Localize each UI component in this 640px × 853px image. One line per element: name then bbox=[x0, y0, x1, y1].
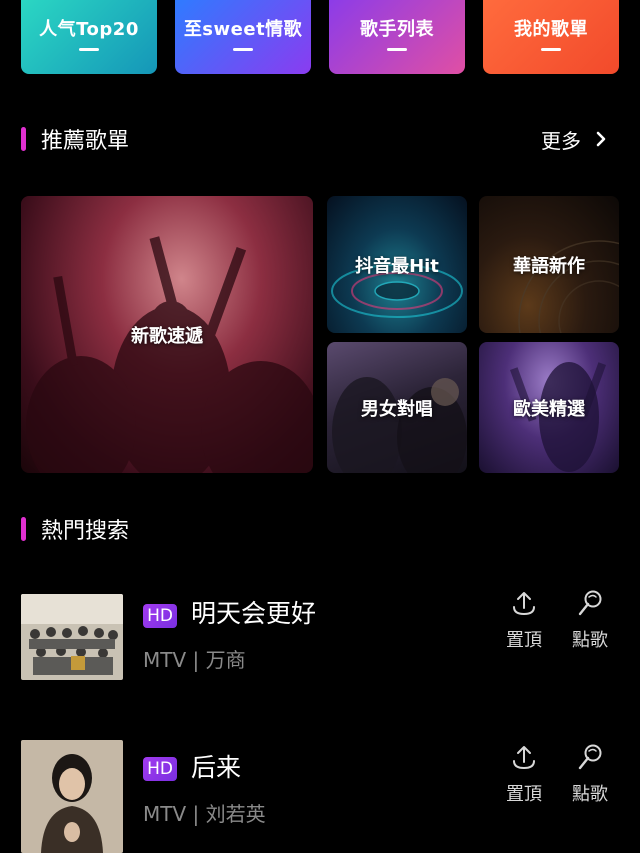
chevron-right-icon bbox=[596, 131, 606, 147]
tab-my-playlist[interactable]: 我的歌單 bbox=[483, 0, 619, 74]
song-subtitle: MTV | 万商 bbox=[143, 648, 246, 672]
section-accent-bar bbox=[21, 517, 26, 541]
category-tabs: 人气Top20 至sweet情歌 歌手列表 我的歌單 bbox=[21, 0, 619, 74]
tab-underline bbox=[387, 48, 407, 51]
playlist-label: 華語新作 bbox=[513, 255, 585, 277]
tab-underline bbox=[79, 48, 99, 51]
playlist-label: 歐美精選 bbox=[513, 398, 585, 420]
pin-top-icon bbox=[513, 592, 535, 616]
singer-portrait-image bbox=[21, 740, 123, 853]
song-thumbnail bbox=[21, 740, 123, 853]
playlist-card-douyin-hit[interactable]: 抖音最Hit bbox=[327, 196, 467, 333]
pin-top-label: 置頂 bbox=[506, 630, 542, 651]
group-photo-image bbox=[21, 594, 123, 680]
song-title: 明天会更好 bbox=[191, 599, 317, 628]
tab-singer-list[interactable]: 歌手列表 bbox=[329, 0, 465, 74]
playlist-card-chinese-new[interactable]: 華語新作 bbox=[479, 196, 619, 333]
tab-sweet-love-songs[interactable]: 至sweet情歌 bbox=[175, 0, 311, 74]
playlist-label: 男女對唱 bbox=[361, 398, 433, 420]
playlist-card-western-picks[interactable]: 歐美精選 bbox=[479, 342, 619, 473]
song-title: 后来 bbox=[191, 753, 242, 782]
tab-label: 我的歌單 bbox=[514, 19, 588, 40]
tab-underline bbox=[233, 48, 253, 51]
tab-label: 歌手列表 bbox=[360, 19, 434, 40]
tab-top20[interactable]: 人气Top20 bbox=[21, 0, 157, 74]
microphone-icon bbox=[578, 590, 602, 616]
song-thumbnail bbox=[21, 594, 123, 680]
playlist-label: 抖音最Hit bbox=[355, 255, 439, 277]
tab-underline bbox=[541, 48, 561, 51]
tab-label: 人气Top20 bbox=[39, 19, 139, 40]
hot-search-header: 熱門搜索 bbox=[21, 514, 619, 544]
order-song-button[interactable]: 點歌 bbox=[560, 588, 620, 652]
song-subtitle: MTV | 刘若英 bbox=[143, 802, 266, 826]
more-label: 更多 bbox=[541, 128, 581, 153]
order-song-button[interactable]: 點歌 bbox=[560, 742, 620, 806]
recommended-header: 推薦歌單 更多 bbox=[21, 124, 619, 154]
section-title: 熱門搜索 bbox=[41, 519, 130, 544]
playlist-label: 新歌速遞 bbox=[131, 325, 203, 347]
pin-top-label: 置頂 bbox=[506, 784, 542, 805]
hd-badge: HD bbox=[143, 757, 177, 781]
pin-top-button[interactable]: 置頂 bbox=[494, 588, 554, 652]
playlist-card-new-songs[interactable]: 新歌速遞 bbox=[21, 196, 313, 473]
section-title: 推薦歌單 bbox=[41, 129, 130, 154]
order-song-label: 點歌 bbox=[572, 630, 608, 651]
playlist-card-duet[interactable]: 男女對唱 bbox=[327, 342, 467, 473]
more-button[interactable]: 更多 bbox=[541, 124, 609, 154]
section-accent-bar bbox=[21, 127, 26, 151]
hd-badge: HD bbox=[143, 604, 177, 628]
microphone-icon bbox=[578, 744, 602, 770]
tab-label: 至sweet情歌 bbox=[183, 19, 303, 40]
list-item[interactable]: HD 明天会更好 MTV | 万商 置頂 點歌 bbox=[21, 590, 619, 684]
pin-top-icon bbox=[513, 746, 535, 770]
pin-top-button[interactable]: 置頂 bbox=[494, 742, 554, 806]
list-item[interactable]: HD 后来 MTV | 刘若英 置頂 點歌 bbox=[21, 740, 620, 853]
order-song-label: 點歌 bbox=[572, 784, 608, 805]
